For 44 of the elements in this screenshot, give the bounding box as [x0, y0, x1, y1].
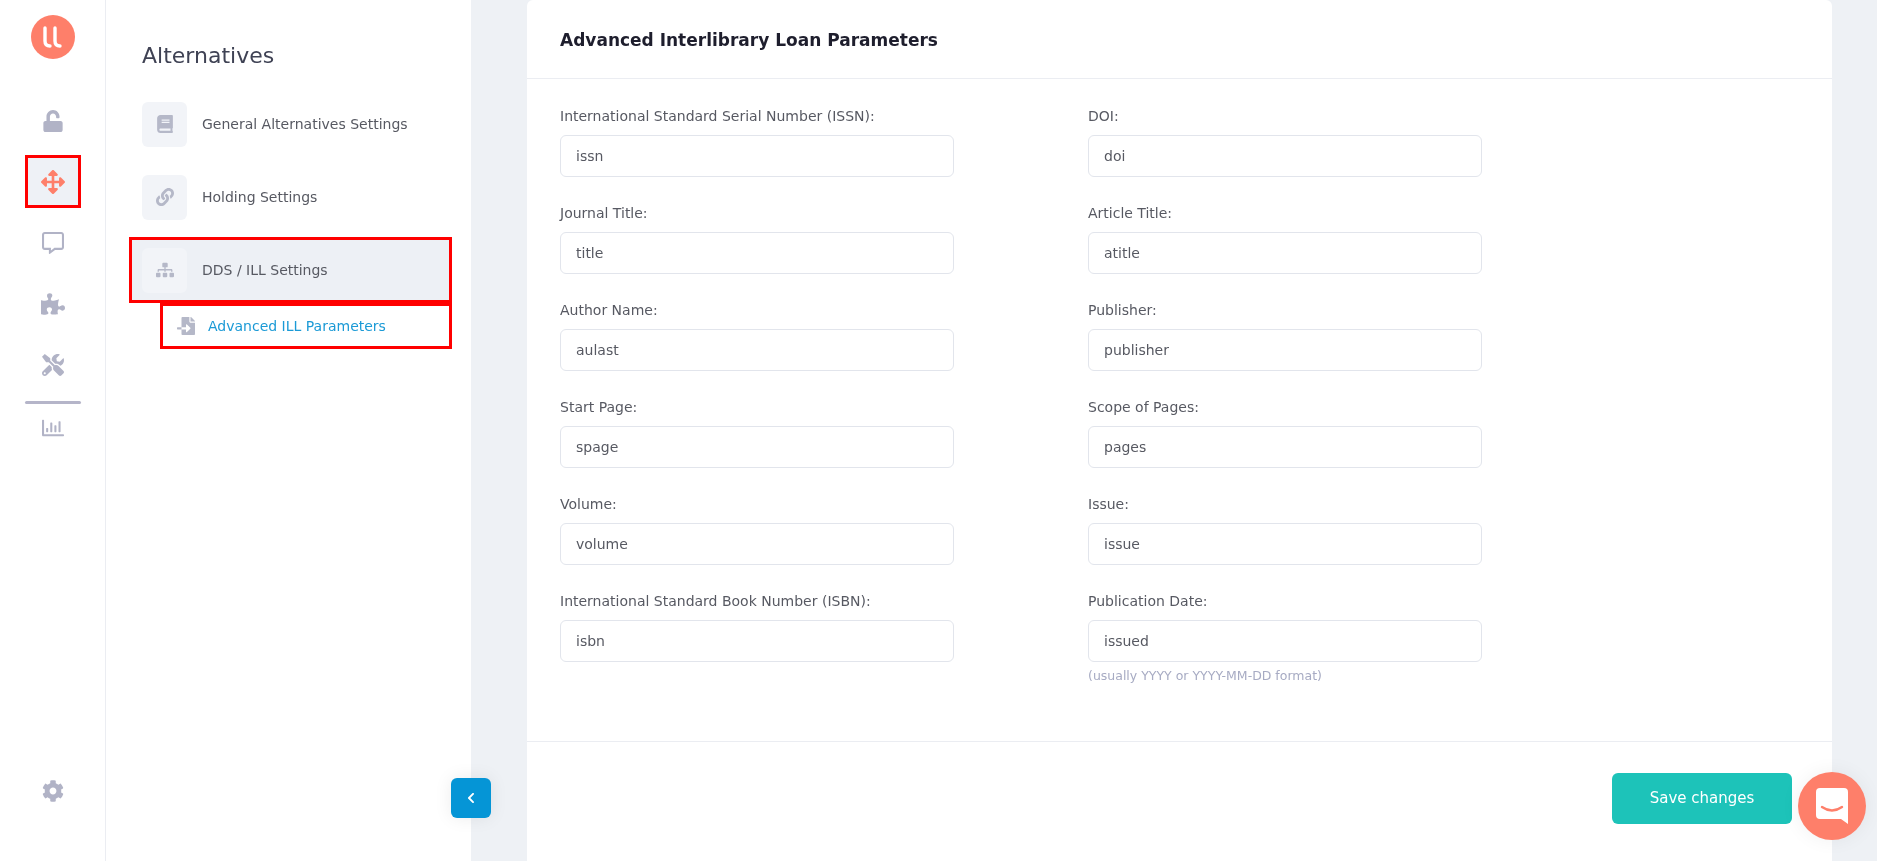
text-field[interactable]: publisher: [1088, 329, 1482, 371]
move-arrows-icon: [40, 169, 65, 194]
book-icon: [142, 101, 187, 147]
text-field[interactable]: atitle: [1088, 232, 1482, 274]
sitemap-icon: [142, 247, 187, 293]
field-label: Issue:: [1088, 495, 1130, 513]
text-field[interactable]: pages: [1088, 426, 1482, 468]
text-field[interactable]: volume: [560, 523, 954, 565]
field-label: DOI:: [1088, 107, 1120, 125]
sidebar-item[interactable]: General Alternatives Settings: [132, 94, 449, 154]
field-label: Scope of Pages:: [1088, 398, 1200, 416]
sidebar-item[interactable]: DDS / ILL Settings: [132, 240, 449, 300]
comment-icon: [41, 231, 64, 254]
collapse-sidebar-button[interactable]: [451, 778, 491, 818]
tools-icon: [41, 353, 64, 376]
field-label: Article Title:: [1088, 204, 1174, 222]
text-field[interactable]: isbn: [560, 620, 954, 662]
field-label: International Standard Book Number (ISBN):: [560, 592, 872, 610]
text-field[interactable]: issn: [560, 135, 954, 177]
text-field[interactable]: doi: [1088, 135, 1482, 177]
field-label: Author Name:: [560, 301, 659, 319]
field-label: Start Page:: [560, 398, 639, 416]
field-label: Publisher:: [1088, 301, 1158, 319]
text-field[interactable]: issue: [1088, 523, 1482, 565]
text-field[interactable]: aulast: [560, 329, 954, 371]
sidebar-item[interactable]: Holding Settings: [132, 167, 449, 227]
field-label: Journal Title:: [560, 204, 649, 222]
field-hint: (usually YYYY or YYYY-MM-DD format): [1088, 668, 1323, 684]
text-field[interactable]: spage: [560, 426, 954, 468]
chat-bubble-icon: [1816, 788, 1848, 824]
text-field[interactable]: issued: [1088, 620, 1482, 662]
field-label: Publication Date:: [1088, 592, 1209, 610]
text-field[interactable]: title: [560, 232, 954, 274]
puzzle-piece-icon: [40, 291, 65, 316]
card-title: Advanced Interlibrary Loan Parameters: [560, 29, 938, 53]
logo-icon: [30, 15, 75, 59]
chevron-left-icon: [465, 792, 477, 804]
settings-icon: [41, 779, 64, 802]
link-icon: [142, 174, 187, 220]
field-label: Volume:: [560, 495, 618, 513]
sidebar-title: Alternatives: [141, 42, 276, 70]
file-import-icon: [177, 317, 195, 335]
field-label: International Standard Serial Number (ISSN):: [560, 107, 876, 125]
unlock-icon: [41, 109, 64, 132]
